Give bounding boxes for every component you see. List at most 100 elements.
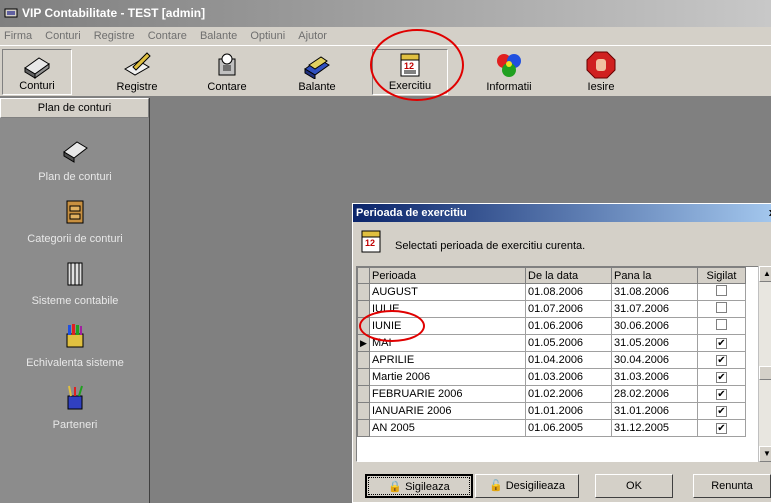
table-row[interactable]: AN 2005 01.06.2005 31.12.2005 ✔	[357, 419, 746, 437]
table-row[interactable]: IULIE 01.07.2006 31.07.2006	[357, 300, 746, 318]
sigilat-checkbox[interactable]: ✔	[716, 355, 727, 366]
sidebar-item-parteneri[interactable]: Parteneri	[0, 384, 150, 431]
toolbar-conturi-button[interactable]: Conturi	[2, 49, 72, 95]
cell-de-la-data: 01.04.2006	[525, 351, 612, 369]
cell-perioada: IANUARIE 2006	[369, 402, 526, 420]
table-row[interactable]: ▶ MAI 01.05.2006 31.05.2006 ✔	[357, 334, 746, 352]
row-indicator	[357, 368, 370, 386]
cell-sigilat: ✔	[697, 351, 746, 369]
grid-scrollbar[interactable]: ▲ ▼	[758, 266, 771, 462]
sigilat-checkbox[interactable]: ✔	[716, 389, 727, 400]
menu-conturi[interactable]: Conturi	[41, 27, 86, 45]
pencil-book-icon	[124, 52, 151, 76]
scroll-up-icon[interactable]: ▲	[759, 266, 771, 282]
row-indicator	[357, 317, 370, 335]
cell-pana-la: 31.08.2006	[611, 283, 698, 301]
menu-ajutor[interactable]: Ajutor	[294, 27, 333, 45]
desigileaza-button[interactable]: 🔓 Desigilieaza	[475, 474, 579, 498]
toolbar-iesire-button[interactable]: Iesire	[566, 49, 636, 95]
unlock-icon: 🔓	[488, 480, 503, 492]
cell-pana-la: 30.06.2006	[611, 317, 698, 335]
table-row[interactable]: APRILIE 01.04.2006 30.04.2006 ✔	[357, 351, 746, 369]
dialog-info: 12 Selectati perioada de exercitiu curen…	[353, 226, 771, 262]
toolbar-registre-button[interactable]: Registre	[102, 49, 172, 95]
mug-icon	[67, 385, 83, 410]
cell-pana-la: 31.12.2005	[611, 419, 698, 437]
cell-perioada: IUNIE	[369, 317, 526, 335]
sigilat-checkbox[interactable]: ✔	[716, 372, 727, 383]
column-header-perioada[interactable]: Perioada	[369, 267, 526, 284]
cell-pana-la: 31.05.2006	[611, 334, 698, 352]
cell-de-la-data: 01.07.2006	[525, 300, 612, 318]
app-icon	[4, 8, 18, 18]
scroll-down-icon[interactable]: ▼	[759, 446, 771, 462]
table-row[interactable]: AUGUST 01.08.2006 31.08.2006	[357, 283, 746, 301]
sigilat-checkbox[interactable]	[716, 302, 727, 313]
table-row[interactable]: Martie 2006 01.03.2006 31.03.2006 ✔	[357, 368, 746, 386]
sigilat-checkbox[interactable]: ✔	[716, 423, 727, 434]
ok-button[interactable]: OK	[595, 474, 673, 498]
cell-de-la-data: 01.01.2006	[525, 402, 612, 420]
svg-text:12: 12	[404, 61, 414, 71]
scroll-thumb[interactable]	[759, 366, 771, 380]
sigilat-checkbox[interactable]: ✔	[716, 338, 727, 349]
cell-de-la-data: 01.08.2006	[525, 283, 612, 301]
menu-optiuni[interactable]: Optiuni	[246, 27, 291, 45]
toolbar-informatii-button[interactable]: Informatii	[474, 49, 544, 95]
column-header-pana-la[interactable]: Pana la	[611, 267, 698, 284]
window-title-bar[interactable]: VIP Contabilitate - TEST [admin]	[0, 0, 771, 27]
table-row[interactable]: IANUARIE 2006 01.01.2006 31.01.2006 ✔	[357, 402, 746, 420]
cell-pana-la: 30.04.2006	[611, 351, 698, 369]
sidebar-item-sisteme-contabile[interactable]: Sisteme contabile	[0, 260, 150, 307]
cell-de-la-data: 01.06.2006	[525, 317, 612, 335]
cell-pana-la: 31.07.2006	[611, 300, 698, 318]
sidebar-item-echivalenta-sisteme[interactable]: Echivalenta sisteme	[0, 322, 150, 369]
toolbar-exercitiu-button[interactable]: 12 Exercitiu	[372, 49, 448, 95]
row-indicator	[357, 300, 370, 318]
menu-contare[interactable]: Contare	[144, 27, 193, 45]
svg-text:12: 12	[365, 238, 375, 248]
dialog-title: Perioada de exercitiu	[356, 207, 467, 219]
sigileaza-label: Sigileaza	[405, 481, 450, 493]
menu-registre[interactable]: Registre	[90, 27, 141, 45]
lock-icon: 🔒	[388, 481, 402, 493]
cell-perioada: AUGUST	[369, 283, 526, 301]
binder-icon	[67, 262, 83, 286]
books-icon	[24, 57, 50, 79]
perioada-exercitiu-dialog: Perioada de exercitiu x 12 Selectati per…	[352, 203, 771, 503]
cell-pana-la: 31.01.2006	[611, 402, 698, 420]
desigileaza-label: Desigilieaza	[505, 480, 566, 492]
cell-perioada: Martie 2006	[369, 368, 526, 386]
table-row[interactable]: FEBRUARIE 2006 01.02.2006 28.02.2006 ✔	[357, 385, 746, 403]
cell-sigilat	[697, 317, 746, 335]
cell-pana-la: 28.02.2006	[611, 385, 698, 403]
dialog-title-bar[interactable]: Perioada de exercitiu x	[353, 204, 771, 222]
sidebar-item-plan-de-conturi[interactable]: Plan de conturi	[0, 136, 150, 183]
toolbar-contare-button[interactable]: Contare	[192, 49, 262, 95]
column-header-de-la-data[interactable]: De la data	[525, 267, 612, 284]
cell-de-la-data: 01.05.2006	[525, 334, 612, 352]
sigilat-checkbox[interactable]: ✔	[716, 406, 727, 417]
cell-perioada: FEBRUARIE 2006	[369, 385, 526, 403]
toolbar-balante-label: Balante	[298, 81, 336, 93]
table-row[interactable]: IUNIE 01.06.2006 30.06.2006	[357, 317, 746, 335]
sidebar-item-categorii-de-conturi[interactable]: Categorii de conturi	[0, 198, 150, 245]
menu-firma[interactable]: Firma	[0, 27, 38, 45]
stop-hand-icon	[586, 51, 616, 79]
sigilat-checkbox[interactable]	[716, 285, 727, 296]
cell-sigilat: ✔	[697, 334, 746, 352]
toolbar-informatii-label: Informatii	[486, 81, 532, 93]
menu-balante[interactable]: Balante	[196, 27, 243, 45]
row-indicator	[357, 283, 370, 301]
row-indicator	[357, 385, 370, 403]
cell-sigilat: ✔	[697, 368, 746, 386]
sigilat-checkbox[interactable]	[716, 319, 727, 330]
sigileaza-button[interactable]: 🔒 Sigileaza	[365, 474, 473, 498]
menu-bar: Firma Conturi Registre Contare Balante O…	[0, 27, 771, 45]
toolbar-balante-button[interactable]: Balante	[282, 49, 352, 95]
cell-sigilat: ✔	[697, 402, 746, 420]
column-header-sigilat[interactable]: Sigilat	[697, 267, 746, 284]
renunta-button[interactable]: Renunta	[693, 474, 771, 498]
cell-sigilat	[697, 283, 746, 301]
calendar-icon: 12	[400, 53, 420, 77]
